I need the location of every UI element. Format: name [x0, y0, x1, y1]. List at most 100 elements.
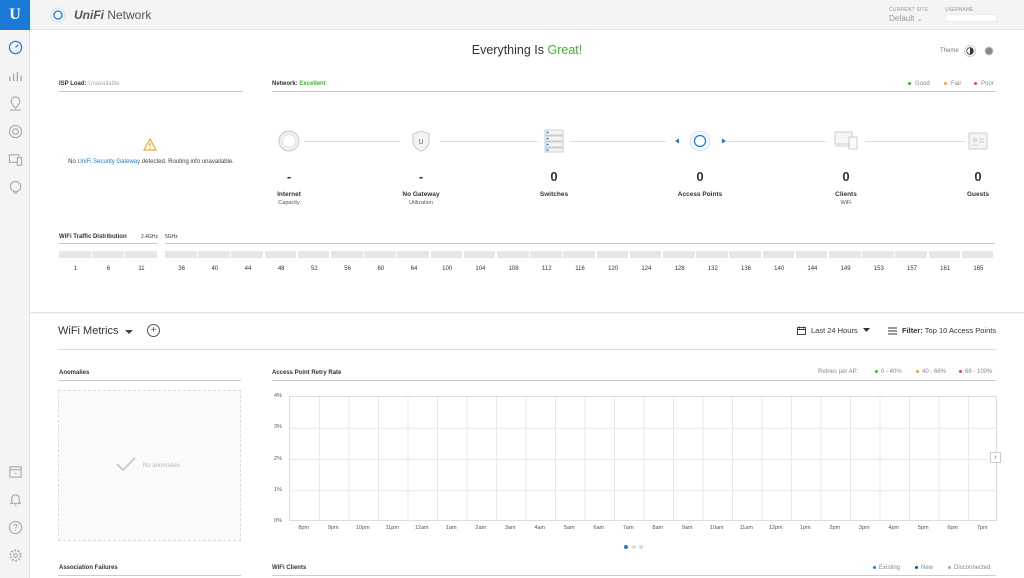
internet-value: - [286, 169, 292, 184]
anomalies-divider [58, 380, 241, 381]
status-headline: Everything Is Great! [30, 43, 1024, 57]
site-selector[interactable]: Default ⌄ [889, 14, 922, 23]
guests-value: 0 [974, 169, 982, 184]
internet-globe-icon [278, 130, 300, 152]
theme-contrast-button[interactable] [964, 45, 976, 57]
headline-prefix: Everything Is [471, 43, 548, 57]
retry-legend-mid: 40 - 66% [916, 369, 946, 375]
clients-icon[interactable] [7, 151, 23, 167]
channel-bar [231, 251, 264, 258]
band-5ghz[interactable]: 5GHz [165, 234, 178, 240]
carousel-dot[interactable] [639, 545, 643, 549]
network-label-text: Network: [272, 81, 298, 87]
plus-icon: + [150, 324, 157, 336]
channel-bar [829, 251, 861, 258]
channel-label: 52 [311, 266, 318, 272]
map-icon[interactable] [7, 95, 23, 111]
checkmark-icon [116, 457, 136, 472]
settings-icon[interactable] [7, 547, 23, 563]
unifi-network-icon [50, 7, 66, 23]
wifi-traffic-label: WiFi Traffic Distribution [59, 234, 127, 240]
x-tick-label: 7am [622, 525, 634, 531]
band-5-divider [165, 243, 995, 244]
filter-label: Filter: [902, 326, 923, 335]
gateway-label: No Gateway [402, 191, 440, 198]
filter-lines-icon [888, 327, 897, 334]
username-field[interactable] [945, 14, 997, 22]
channel-bar [895, 251, 928, 258]
connector-line [570, 141, 666, 142]
x-tick-label: 12am [414, 525, 429, 531]
wifi-metrics-title[interactable]: WiFi Metrics [58, 325, 119, 337]
x-tick-label: 2pm [829, 525, 841, 531]
channel-bar [961, 251, 994, 258]
logo-glyph: U [9, 6, 21, 23]
channel-bar [729, 251, 762, 258]
band-24ghz[interactable]: 2.4GHz [141, 234, 158, 240]
no-usg-post: detected. Routing info unavailable. [140, 159, 234, 165]
theme-dark-button[interactable] [983, 45, 995, 57]
clients-sub: WiFi [840, 200, 852, 206]
channel-bar [59, 251, 91, 258]
x-tick-label: 1pm [799, 525, 811, 531]
poor-dot [974, 81, 977, 85]
switch-stack-icon [544, 129, 564, 153]
x-tick-label: 7pm [976, 525, 988, 531]
metrics-header-divider [58, 349, 996, 350]
x-tick-label: 8pm [298, 525, 310, 531]
channel-label: 140 [774, 266, 785, 272]
next-page-button[interactable]: › [990, 452, 1001, 463]
anomalies-empty-state: No anomalies [58, 390, 241, 541]
network-value: Excellent [299, 81, 326, 87]
filter-selector[interactable]: Filter: Top 10 Access Points [888, 326, 996, 335]
alerts-icon[interactable] [7, 491, 23, 507]
channel-label: 40 [211, 266, 219, 272]
devices-icon[interactable] [7, 123, 23, 139]
unifi-app: U UniFi Network CURRENT SITE Default ⌄ U… [0, 0, 1024, 578]
usg-link[interactable]: UniFi Security Gateway [77, 159, 140, 165]
switches-label: Switches [539, 191, 569, 198]
add-metric-button[interactable]: + [147, 324, 160, 337]
wifi-metrics-panel: WiFi Metrics + Last 24 Hours Filter: Top… [30, 314, 1024, 578]
channel-bar [463, 251, 496, 258]
channel-bar [762, 251, 795, 258]
x-tick-label: 1am [445, 525, 457, 531]
x-tick-label: 9am [681, 525, 693, 531]
caret-down-icon [862, 328, 870, 332]
access-points-label: Access Points [677, 191, 723, 198]
orange-dot [916, 369, 919, 373]
clients-label: Clients [835, 191, 857, 198]
caret-down-icon[interactable] [125, 330, 133, 334]
channel-bar [696, 251, 728, 258]
channel-bar [397, 251, 430, 258]
retry-legend-mid-label: 40 - 66% [922, 369, 947, 375]
carousel-dot[interactable] [632, 545, 636, 549]
legend-poor: Poor [974, 81, 994, 87]
retries-caption: Retries per AP: [818, 369, 859, 375]
clients-devices-icon [834, 131, 858, 150]
time-range-selector[interactable]: Last 24 Hours [797, 326, 870, 335]
x-tick-label: 3pm [858, 525, 870, 531]
statistics-icon[interactable] [7, 67, 23, 83]
dashboard-icon[interactable] [7, 39, 23, 55]
legend-good: Good [908, 81, 930, 87]
ubiquiti-logo[interactable]: U [0, 0, 30, 30]
help-icon[interactable] [7, 519, 23, 535]
channel-bar [497, 251, 529, 258]
no-anomalies-text: No anomalies [143, 463, 180, 469]
events-icon[interactable] [7, 463, 23, 479]
channel-label: 6 [106, 266, 111, 272]
red-dot [959, 369, 962, 373]
channel-label: 165 [973, 266, 984, 272]
insights-icon[interactable] [7, 179, 23, 195]
channel-bar [862, 251, 894, 258]
carousel-dot-active[interactable] [624, 545, 628, 549]
network-divider [272, 91, 996, 92]
clients-legend-new: New [915, 565, 933, 571]
channel-bar [364, 251, 396, 258]
channel-label: 11 [138, 266, 145, 272]
y-tick-label: 4% [274, 393, 282, 399]
left-sidebar: U [0, 0, 30, 578]
fair-dot [944, 81, 947, 85]
guests-label: Guests [966, 191, 990, 198]
